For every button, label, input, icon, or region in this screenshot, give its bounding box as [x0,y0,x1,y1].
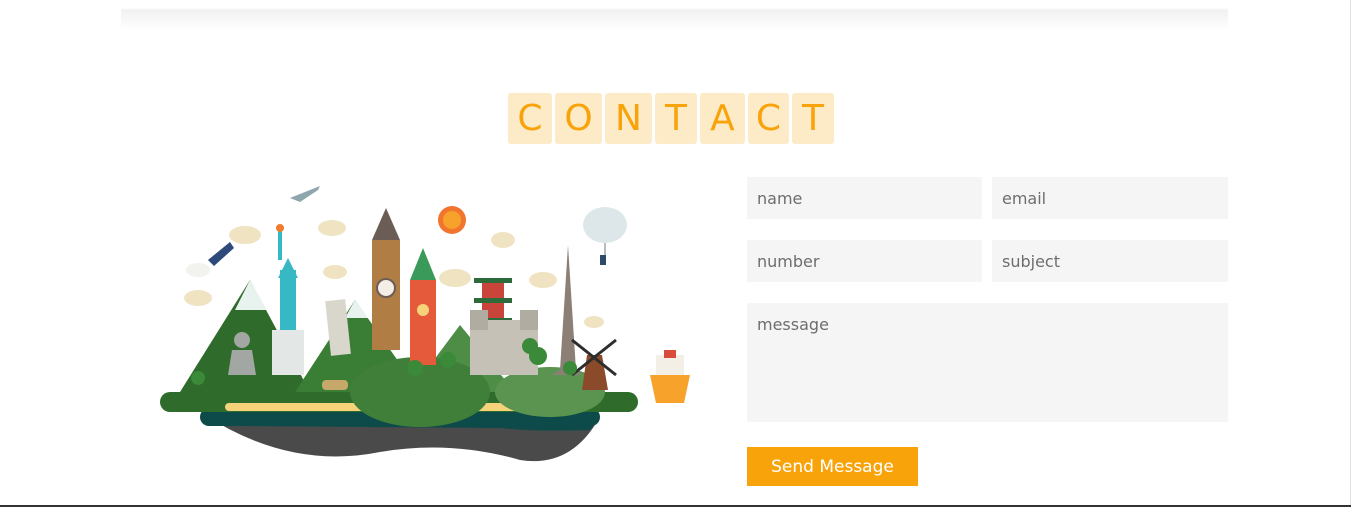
heading-letter: C [748,93,789,144]
subject-input[interactable] [992,240,1228,282]
name-input[interactable] [747,177,982,219]
contact-heading: C O N T A C T [508,93,834,144]
heading-letter: N [605,93,652,144]
heading-letter: C [508,93,552,144]
heading-letter: T [792,93,834,144]
number-input[interactable] [747,240,982,282]
message-textarea[interactable] [747,303,1228,422]
send-message-button[interactable]: Send Message [747,447,918,486]
header-bar-shadow [121,0,1228,30]
heading-letter: O [555,93,602,144]
travel-illustration [160,186,690,462]
heading-letter: T [655,93,697,144]
email-input[interactable] [992,177,1228,219]
heading-letter: A [700,93,745,144]
